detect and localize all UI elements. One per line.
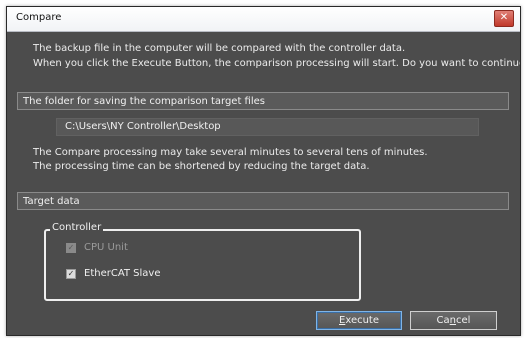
- note-line-1: The Compare processing may take several …: [33, 147, 428, 158]
- cancel-label-pre: Ca: [436, 315, 450, 326]
- compare-dialog: Compare ✕ The backup file in the compute…: [6, 6, 521, 336]
- dialog-title: Compare: [16, 12, 62, 23]
- intro-line-1: The backup file in the computer will be …: [33, 43, 406, 54]
- controller-groupbox: Controller ✓ CPU Unit ✓ EtherCAT Slave: [44, 222, 361, 301]
- intro-line-2: When you click the Execute Button, the c…: [33, 58, 521, 69]
- title-bar: Compare ✕: [7, 7, 520, 32]
- note-line-2: The processing time can be shortened by …: [33, 161, 370, 172]
- execute-label-rest: xecute: [345, 315, 379, 326]
- execute-button[interactable]: Execute: [316, 311, 402, 330]
- cpu-unit-checkbox: ✓: [66, 242, 76, 253]
- close-icon: ✕: [499, 12, 509, 23]
- target-data-section-header: Target data: [17, 192, 509, 210]
- controller-group-label: Controller: [50, 222, 104, 233]
- close-button[interactable]: ✕: [494, 10, 514, 27]
- cpu-unit-option: ✓ CPU Unit: [66, 242, 128, 253]
- ethercat-slave-label[interactable]: EtherCAT Slave: [84, 268, 161, 279]
- ethercat-slave-checkbox[interactable]: ✓: [66, 268, 76, 279]
- ethercat-slave-option[interactable]: ✓ EtherCAT Slave: [66, 268, 161, 279]
- folder-section-header: The folder for saving the comparison tar…: [17, 92, 509, 110]
- cpu-unit-label: CPU Unit: [84, 242, 128, 253]
- cancel-label-rest: cel: [456, 315, 471, 326]
- target-folder-path-field[interactable]: C:\Users\NY Controller\Desktop: [56, 118, 479, 136]
- cancel-button[interactable]: Cancel: [410, 311, 497, 330]
